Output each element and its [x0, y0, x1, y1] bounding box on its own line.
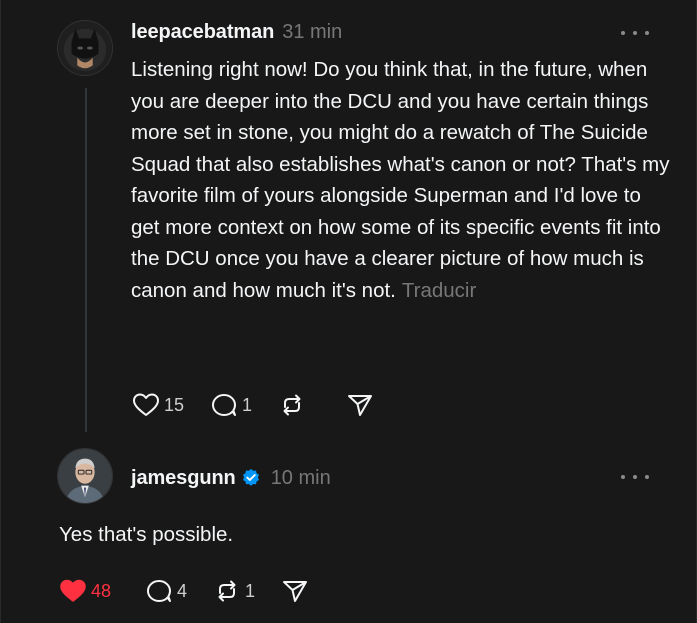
comment-icon: [147, 580, 172, 602]
reply-repost-button[interactable]: 1: [213, 578, 255, 604]
post-reply-count: 1: [242, 394, 253, 415]
batman-avatar-image: [58, 21, 112, 75]
post-like-count: 15: [164, 394, 185, 415]
reply-actions: 48 4 1: [59, 578, 335, 604]
post-actions: 15 1: [132, 392, 400, 418]
reply-repost-count: 1: [245, 580, 256, 601]
translate-link[interactable]: Traducir: [402, 279, 476, 302]
verified-badge-icon: [242, 469, 259, 486]
post-reply-button[interactable]: 1: [210, 392, 252, 418]
avatar-leepacebatman[interactable]: [57, 20, 113, 76]
reply-time[interactable]: 10 min: [271, 467, 331, 490]
post-header: leepacebatman 31 min: [131, 19, 342, 45]
repost-icon: [283, 394, 301, 416]
reply-username[interactable]: jamesgunn: [131, 467, 236, 490]
reply-share-button[interactable]: [281, 578, 309, 604]
reply-header: jamesgunn 10 min: [131, 465, 331, 491]
post-repost-button[interactable]: [278, 392, 306, 418]
post-username[interactable]: leepacebatman: [131, 21, 274, 44]
share-icon: [283, 581, 308, 602]
jamesgunn-avatar-image: [58, 449, 112, 503]
thread-connector-line: [85, 88, 87, 432]
heart-icon: [133, 393, 159, 416]
post-share-button[interactable]: [346, 392, 374, 418]
repost-icon: [218, 580, 236, 602]
reply-reply-count: 4: [177, 580, 188, 601]
reply-body: Yes that's possible.: [59, 523, 234, 546]
post-like-button[interactable]: 15: [132, 392, 184, 418]
reply-like-count: 48: [91, 580, 112, 601]
reply-reply-button[interactable]: 4: [145, 578, 187, 604]
share-icon: [348, 395, 373, 416]
comment-icon: [212, 394, 237, 416]
heart-filled-icon: [60, 579, 86, 602]
post-body: Listening right now! Do you think that, …: [131, 54, 671, 306]
reply-like-button[interactable]: 48: [59, 578, 111, 604]
reply-more-icon[interactable]: [621, 467, 649, 487]
post-time[interactable]: 31 min: [282, 21, 342, 44]
post-more-icon[interactable]: [621, 23, 649, 43]
avatar-jamesgunn[interactable]: [57, 448, 113, 504]
page-edge-left: [0, 0, 1, 623]
post-text: Listening right now! Do you think that, …: [131, 58, 670, 302]
